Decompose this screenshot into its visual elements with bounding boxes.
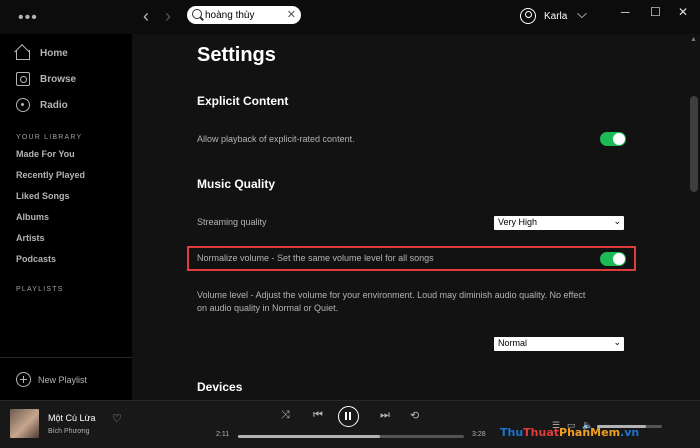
page-title: Settings [197,44,276,66]
new-playlist-label: New Playlist [38,374,88,385]
progress-fill [238,435,381,438]
streaming-quality-value: Very High [498,217,538,227]
sidebar-item-radio[interactable]: Radio [16,98,68,112]
next-icon[interactable]: ⏭ [380,409,390,422]
playlists-heading: PLAYLISTS [16,286,64,293]
repeat-icon[interactable]: ⟲ [410,409,419,422]
search-input[interactable] [205,8,285,22]
watermark: ThuThuatPhanMem.vn [500,426,639,439]
heart-icon[interactable]: ♡ [112,412,122,425]
scroll-thumb[interactable] [690,96,698,192]
close-button[interactable]: ✕ [678,5,688,19]
watermark-part: Thuat [523,426,560,439]
home-icon [16,50,30,60]
chevron-down-icon[interactable]: ⌵ [577,6,587,22]
devices-heading: Devices [197,380,243,394]
volume-level-description-line2: on audio quality in Normal or Quiet. [197,303,339,313]
radio-icon [16,98,30,112]
explicit-content-heading: Explicit Content [197,94,289,108]
back-arrow-icon[interactable]: ‹ [143,6,149,27]
sidebar: Home Browse Radio YOUR LIBRARY Made For … [0,34,132,400]
streaming-quality-select[interactable]: Very High ⌄ [494,216,624,230]
sidebar-divider [0,357,132,358]
new-playlist-button[interactable]: New Playlist [16,372,87,387]
music-quality-heading: Music Quality [197,177,276,191]
settings-panel: Settings Explicit Content Allow playback… [132,34,687,400]
forward-arrow-icon[interactable]: › [165,6,171,27]
track-title[interactable]: Một Cú Lừa [48,413,96,423]
app-menu-button[interactable]: ••• [18,9,38,27]
library-heading: YOUR LIBRARY [16,134,83,141]
time-total: 3:28 [472,431,486,438]
user-icon [520,8,536,24]
sidebar-item-made-for-you[interactable]: Made For You [16,149,75,159]
track-artist[interactable]: Bích Phương [48,428,90,435]
sidebar-item-home[interactable]: Home [16,46,68,60]
chevron-down-icon: ⌄ [613,337,621,347]
streaming-quality-label: Streaming quality [197,217,267,227]
previous-icon[interactable]: ⏮ [313,409,323,422]
player-bar: Một Cú Lừa Bích Phương ♡ ⤨ ⏮ ⏭ ⟲ 2:11 3:… [0,400,700,448]
volume-level-description-line1: Volume level - Adjust the volume for you… [197,290,586,300]
volume-level-value: Normal [498,338,528,348]
explicit-content-toggle[interactable] [600,132,626,146]
scroll-up-icon[interactable]: ▲ [690,36,697,43]
sidebar-item-label: Browse [40,73,77,85]
pause-button[interactable] [338,406,359,427]
user-name: Karla [544,10,568,22]
user-menu[interactable]: Karla [520,8,567,24]
maximize-button[interactable]: ☐ [650,5,661,19]
spotify-window: ••• ‹ › ✕ Karla ⌵ ─ ☐ ✕ Home Browse Radi… [0,0,700,448]
sidebar-item-artists[interactable]: Artists [16,233,45,243]
sidebar-item-recently-played[interactable]: Recently Played [16,170,85,180]
clear-search-icon[interactable]: ✕ [287,8,296,21]
sidebar-item-browse[interactable]: Browse [16,72,76,86]
highlight-box [187,246,636,271]
sidebar-item-liked-songs[interactable]: Liked Songs [16,191,70,201]
album-art[interactable] [10,409,39,438]
toggle-knob [613,133,625,145]
explicit-content-label: Allow playback of explicit-rated content… [197,134,355,144]
browse-icon [16,72,30,86]
scrollbar[interactable]: ▲ [687,34,700,400]
minimize-button[interactable]: ─ [621,5,630,19]
sidebar-item-label: Radio [40,99,68,111]
sidebar-item-label: Home [40,47,68,59]
plus-circle-icon [16,372,31,387]
sidebar-item-albums[interactable]: Albums [16,212,49,222]
time-elapsed: 2:11 [216,431,230,438]
chevron-down-icon: ⌄ [613,216,621,226]
sidebar-item-podcasts[interactable]: Podcasts [16,254,56,264]
shuffle-icon[interactable]: ⤨ [281,409,290,422]
progress-bar[interactable] [238,435,464,438]
watermark-part: PhanMem [559,426,621,439]
volume-level-select[interactable]: Normal ⌄ [494,337,624,351]
watermark-part: Thu [500,426,524,439]
watermark-part: .vn [620,426,640,439]
search-icon [192,9,202,19]
top-bar: ••• ‹ › ✕ Karla ⌵ ─ ☐ ✕ [0,0,700,34]
search-box[interactable]: ✕ [187,6,301,24]
